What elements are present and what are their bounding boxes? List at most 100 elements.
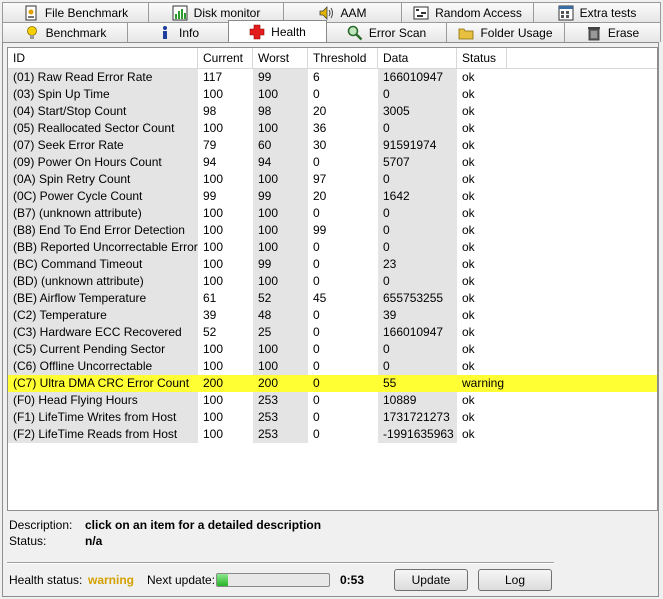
cell-current: 100 bbox=[203, 172, 224, 186]
cell-worst: 100 bbox=[253, 239, 308, 256]
table-row[interactable]: (C5) Current Pending Sector 100 100 0 0 ok bbox=[8, 341, 657, 358]
table-row[interactable]: (F0) Head Flying Hours 100 253 0 10889 ok bbox=[8, 392, 657, 409]
cell-id: (BB) Reported Uncorrectable Errors bbox=[8, 239, 198, 256]
tab-error-scan[interactable]: Error Scan bbox=[326, 22, 447, 42]
tab-folder-usage[interactable]: Folder Usage bbox=[446, 22, 565, 42]
cell-current: 94 bbox=[203, 155, 217, 169]
table-row[interactable]: (05) Reallocated Sector Count 100 100 36 0 ok bbox=[8, 120, 657, 137]
cell-current: 79 bbox=[203, 138, 217, 152]
column-header-data[interactable]: Data bbox=[378, 48, 457, 68]
tab-aam[interactable]: AAM bbox=[283, 2, 402, 22]
table-row[interactable]: (C6) Offline Uncorrectable 100 100 0 0 ok bbox=[8, 358, 657, 375]
column-header-id[interactable]: ID bbox=[8, 48, 198, 68]
tab-file-benchmark[interactable]: File Benchmark bbox=[2, 2, 149, 22]
folder-icon bbox=[458, 25, 474, 41]
table-row[interactable]: (BD) (unknown attribute) 100 100 0 0 ok bbox=[8, 273, 657, 290]
table-row[interactable]: (C7) Ultra DMA CRC Error Count 200 200 0 55 w… bbox=[8, 375, 657, 392]
cell-current: 52 bbox=[203, 325, 217, 339]
speaker-icon bbox=[318, 5, 334, 21]
cell-worst: 98 bbox=[253, 103, 308, 120]
separator bbox=[7, 562, 554, 564]
cell-id: (C6) Offline Uncorrectable bbox=[8, 358, 198, 375]
cell-worst: 253 bbox=[253, 426, 308, 443]
table-row[interactable]: (C2) Temperature 39 48 0 39 ok bbox=[8, 307, 657, 324]
log-button[interactable]: Log bbox=[478, 569, 552, 591]
cell-id: (03) Spin Up Time bbox=[8, 86, 198, 103]
table-row[interactable]: (BE) Airflow Temperature 61 52 45 655753255 o… bbox=[8, 290, 657, 307]
tab-disk-monitor[interactable]: Disk monitor bbox=[148, 2, 284, 22]
table-row[interactable]: (04) Start/Stop Count 98 98 20 3005 ok bbox=[8, 103, 657, 120]
table-row[interactable]: (F2) LifeTime Reads from Host 100 253 0 -199… bbox=[8, 426, 657, 443]
cell-worst: 100 bbox=[253, 205, 308, 222]
table-row[interactable]: (C3) Hardware ECC Recovered 52 25 0 16601094… bbox=[8, 324, 657, 341]
cell-status: ok bbox=[462, 70, 475, 84]
tab-extra-tests[interactable]: Extra tests bbox=[533, 2, 661, 22]
tab-info[interactable]: Info bbox=[127, 22, 229, 42]
cell-status: ok bbox=[462, 274, 475, 288]
cell-worst: 100 bbox=[253, 341, 308, 358]
table-row[interactable]: (BC) Command Timeout 100 99 0 23 ok bbox=[8, 256, 657, 273]
table-row[interactable]: (03) Spin Up Time 100 100 0 0 ok bbox=[8, 86, 657, 103]
table-row[interactable]: (0C) Power Cycle Count 99 99 20 1642 ok bbox=[8, 188, 657, 205]
cell-data: 1731721273 bbox=[378, 409, 457, 426]
cell-status: ok bbox=[462, 104, 475, 118]
cell-threshold: 0 bbox=[313, 274, 320, 288]
tab-random-access[interactable]: Random Access bbox=[401, 2, 534, 22]
health-status-bar: Health status: warning Next update: 0:53… bbox=[9, 569, 654, 591]
cell-worst: 253 bbox=[253, 392, 308, 409]
cell-current: 200 bbox=[198, 375, 253, 392]
cell-threshold: 30 bbox=[313, 138, 327, 152]
cell-current: 61 bbox=[203, 291, 217, 305]
cell-worst: 100 bbox=[253, 358, 308, 375]
cell-status: ok bbox=[462, 410, 475, 424]
table-row[interactable]: (BB) Reported Uncorrectable Errors 100 100… bbox=[8, 239, 657, 256]
cell-worst: 100 bbox=[253, 120, 308, 137]
cell-worst: 99 bbox=[253, 256, 308, 273]
cell-data: 0 bbox=[378, 120, 457, 137]
cell-status: ok bbox=[462, 325, 475, 339]
table-row[interactable]: (B7) (unknown attribute) 100 100 0 0 ok bbox=[8, 205, 657, 222]
tab-benchmark[interactable]: Benchmark bbox=[2, 22, 128, 42]
cell-status: ok bbox=[462, 223, 475, 237]
column-header-current[interactable]: Current bbox=[198, 48, 253, 68]
smart-attributes-table[interactable]: ID Current Worst Threshold Data Status (… bbox=[7, 47, 658, 511]
cell-id: (C3) Hardware ECC Recovered bbox=[8, 324, 198, 341]
cell-status: ok bbox=[462, 189, 475, 203]
cell-id: (BC) Command Timeout bbox=[8, 256, 198, 273]
cell-threshold: 0 bbox=[313, 410, 320, 424]
cell-current: 100 bbox=[203, 342, 224, 356]
table-row[interactable]: (01) Raw Read Error Rate 117 99 6 166010947 o… bbox=[8, 69, 657, 86]
random-access-icon bbox=[413, 5, 429, 21]
tab-row-2: Benchmark Info Health Error Scan Folder … bbox=[2, 20, 661, 42]
cell-id: (04) Start/Stop Count bbox=[8, 103, 198, 120]
tab-row-1: File Benchmark Disk monitor AAM Random A… bbox=[2, 2, 661, 22]
cell-threshold: 0 bbox=[313, 325, 320, 339]
column-header-threshold[interactable]: Threshold bbox=[308, 48, 378, 68]
cell-data: 0 bbox=[378, 86, 457, 103]
cell-threshold: 45 bbox=[313, 291, 327, 305]
column-header-status[interactable]: Status bbox=[457, 48, 507, 68]
cell-current: 100 bbox=[203, 240, 224, 254]
tab-health[interactable]: Health bbox=[228, 20, 327, 42]
health-status-value: warning bbox=[88, 573, 135, 587]
tab-erase[interactable]: Erase bbox=[564, 22, 661, 42]
update-button[interactable]: Update bbox=[394, 569, 468, 591]
cell-worst: 52 bbox=[253, 290, 308, 307]
extra-tests-icon bbox=[558, 5, 574, 21]
cell-data: 39 bbox=[378, 307, 457, 324]
cell-data: -1991635963 bbox=[378, 426, 457, 443]
table-row[interactable]: (F1) LifeTime Writes from Host 100 253 0 173… bbox=[8, 409, 657, 426]
cell-status: ok bbox=[462, 240, 475, 254]
cell-current: 100 bbox=[203, 274, 224, 288]
table-row[interactable]: (07) Seek Error Rate 79 60 30 91591974 ok bbox=[8, 137, 657, 154]
table-row[interactable]: (09) Power On Hours Count 94 94 0 5707 ok bbox=[8, 154, 657, 171]
cell-status: warning bbox=[457, 375, 507, 392]
status-value: n/a bbox=[85, 534, 103, 548]
table-row[interactable]: (0A) Spin Retry Count 100 100 97 0 ok bbox=[8, 171, 657, 188]
cell-threshold: 0 bbox=[313, 393, 320, 407]
cell-id: (0C) Power Cycle Count bbox=[8, 188, 198, 205]
table-row[interactable]: (B8) End To End Error Detection 100 100 99 0… bbox=[8, 222, 657, 239]
column-header-worst[interactable]: Worst bbox=[253, 48, 308, 68]
cell-status: ok bbox=[462, 121, 475, 135]
description-area: Description: click on an item for a deta… bbox=[9, 517, 321, 549]
